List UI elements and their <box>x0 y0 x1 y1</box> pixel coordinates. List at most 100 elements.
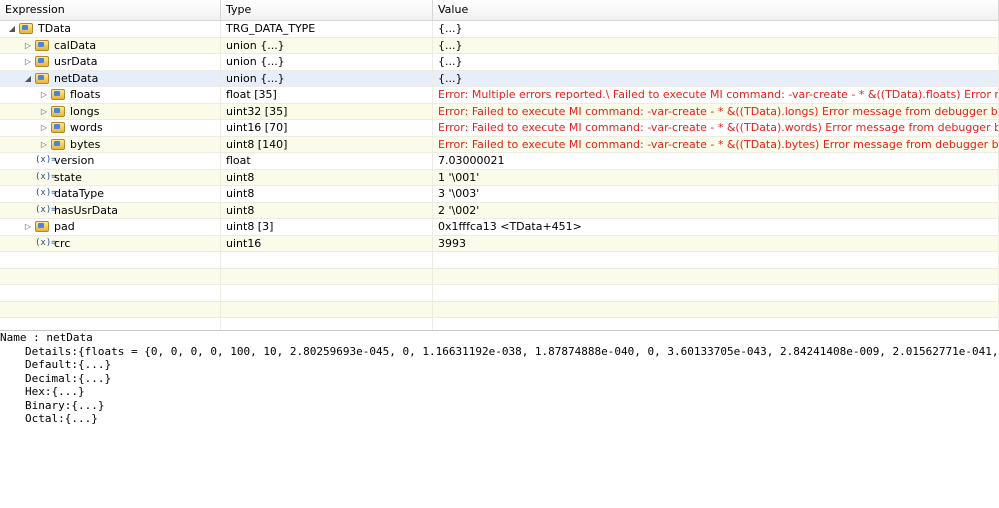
detail-name-line: Name : netData <box>0 331 93 344</box>
expression-cell[interactable]: ▷ usrData <box>0 54 221 70</box>
expression-name: state <box>54 170 82 184</box>
expression-cell[interactable]: (x)= state <box>0 169 221 185</box>
expression-cell[interactable]: (x)= version <box>0 153 221 169</box>
expression-cell[interactable] <box>0 268 221 284</box>
column-header-value[interactable]: Value <box>433 0 999 20</box>
table-row-state[interactable]: (x)= state uint8 1 '\001' <box>0 169 999 186</box>
type-cell: union {...} <box>221 37 433 53</box>
expand-arrow-closed-icon[interactable]: ▷ <box>38 137 50 153</box>
table-row-bytes[interactable]: ▷ bytes uint8 [140] Error: Failed to execut… <box>0 136 999 153</box>
expand-arrow-closed-icon[interactable]: ▷ <box>38 120 50 136</box>
error-value-cell[interactable]: Error: Multiple errors reported.\ Failed… <box>433 87 999 103</box>
expression-cell[interactable]: ◢ TData <box>0 21 221 37</box>
expand-arrow-closed-icon[interactable]: ▷ <box>22 54 34 70</box>
table-row-words[interactable]: ▷ words uint16 [70] Error: Failed to execut… <box>0 120 999 137</box>
expression-name: netData <box>54 71 99 85</box>
variable-icon: (x)= <box>35 155 57 165</box>
value-cell[interactable]: 1 '\001' <box>433 169 999 185</box>
table-row[interactable] <box>0 301 999 318</box>
expression-cell[interactable] <box>0 285 221 301</box>
expression-cell[interactable]: ▷ longs <box>0 103 221 120</box>
struct-icon <box>51 89 65 100</box>
value-cell[interactable]: {...} <box>433 54 999 70</box>
table-row[interactable] <box>0 252 999 269</box>
value-cell[interactable]: 0x1fffca13 <TData+451> <box>433 219 999 235</box>
detail-pane[interactable]: Name : netData Details:{floats = {0, 0, … <box>0 330 999 508</box>
table-header: Expression Type Value <box>0 0 999 21</box>
expression-cell[interactable]: ▷ calData <box>0 37 221 54</box>
value-cell[interactable] <box>433 252 999 268</box>
expression-cell[interactable]: (x)= hasUsrData <box>0 202 221 218</box>
table-row[interactable] <box>0 268 999 285</box>
expression-cell[interactable]: ▷ floats <box>0 87 221 103</box>
table-row[interactable] <box>0 285 999 302</box>
table-row[interactable] <box>0 318 999 330</box>
expression-name: dataType <box>54 187 105 200</box>
type-cell: uint8 [140] <box>221 136 433 152</box>
expand-arrow-closed-icon[interactable]: ▷ <box>38 104 50 120</box>
expression-cell[interactable] <box>0 318 221 330</box>
error-value-cell[interactable]: Error: Failed to execute MI command: -va… <box>433 103 999 119</box>
table-row-hasUsrData[interactable]: (x)= hasUsrData uint8 2 '\002' <box>0 202 999 219</box>
table-row-netData[interactable]: ◢ netData union {...} {...} <box>0 70 999 87</box>
expression-name: words <box>70 121 103 134</box>
expression-cell[interactable] <box>0 252 221 268</box>
table-row-pad[interactable]: ▷ pad uint8 [3] 0x1fffca13 <TData+451> <box>0 219 999 236</box>
variable-icon: (x)= <box>35 171 57 182</box>
expand-arrow-open-icon[interactable]: ◢ <box>6 21 18 37</box>
expand-arrow-closed-icon[interactable]: ▷ <box>22 219 34 235</box>
expression-cell[interactable]: (x)= dataType <box>0 186 221 202</box>
expression-name: hasUsrData <box>54 203 119 217</box>
type-cell: uint32 [35] <box>221 103 433 119</box>
column-header-type[interactable]: Type <box>221 0 433 20</box>
table-row-calData[interactable]: ▷ calData union {...} {...} <box>0 37 999 54</box>
expand-arrow-open-icon[interactable]: ◢ <box>22 71 34 87</box>
expression-name: pad <box>54 220 75 233</box>
value-cell[interactable] <box>433 301 999 317</box>
value-cell[interactable]: 2 '\002' <box>433 202 999 218</box>
detail-line: Octal:{...} <box>25 412 98 425</box>
type-cell <box>221 252 433 268</box>
value-cell[interactable]: {...} <box>433 21 999 37</box>
value-cell[interactable]: {...} <box>433 70 999 86</box>
expression-cell[interactable]: ▷ words <box>0 120 221 136</box>
expression-name: longs <box>70 104 100 118</box>
table-row-usrData[interactable]: ▷ usrData union {...} {...} <box>0 54 999 71</box>
value-cell[interactable] <box>433 268 999 284</box>
expand-arrow-closed-icon[interactable]: ▷ <box>38 87 50 103</box>
struct-icon <box>51 122 65 133</box>
expression-name: version <box>54 154 95 167</box>
type-cell <box>221 318 433 330</box>
type-cell: uint8 [3] <box>221 219 433 235</box>
expression-cell[interactable]: ▷ pad <box>0 219 221 235</box>
struct-icon <box>51 138 65 150</box>
detail-line: Hex:{...} <box>25 385 85 398</box>
type-cell <box>221 301 433 317</box>
expand-arrow-closed-icon[interactable]: ▷ <box>22 38 34 54</box>
expression-cell[interactable]: (x)= crc <box>0 235 221 251</box>
type-cell: union {...} <box>221 70 433 86</box>
type-cell: uint8 <box>221 202 433 218</box>
table-row-version[interactable]: (x)= version float 7.03000021 <box>0 153 999 170</box>
table-row-TData[interactable]: ◢ TData TRG_DATA_TYPE {...} <box>0 21 999 38</box>
struct-icon <box>35 221 49 232</box>
error-value-cell[interactable]: Error: Failed to execute MI command: -va… <box>433 136 999 152</box>
value-cell[interactable]: 3993 <box>433 235 999 251</box>
error-value-cell[interactable]: Error: Failed to execute MI command: -va… <box>433 120 999 136</box>
table-row-longs[interactable]: ▷ longs uint32 [35] Error: Failed to execut… <box>0 103 999 120</box>
expression-cell[interactable] <box>0 301 221 317</box>
value-cell[interactable]: {...} <box>433 37 999 53</box>
expression-name: floats <box>70 88 101 101</box>
value-cell[interactable]: 7.03000021 <box>433 153 999 169</box>
column-header-expression[interactable]: Expression <box>0 0 221 20</box>
table-row-crc[interactable]: (x)= crc uint16 3993 <box>0 235 999 252</box>
value-cell[interactable] <box>433 318 999 330</box>
detail-line: Decimal:{...} <box>25 371 112 385</box>
table-row-dataType[interactable]: (x)= dataType uint8 3 '\003' <box>0 186 999 203</box>
value-cell[interactable] <box>433 285 999 301</box>
expression-cell[interactable]: ▷ bytes <box>0 136 221 153</box>
table-row-floats[interactable]: ▷ floats float [35] Error: Multiple errors … <box>0 87 999 104</box>
struct-icon <box>35 72 49 84</box>
value-cell[interactable]: 3 '\003' <box>433 186 999 202</box>
expression-cell[interactable]: ◢ netData <box>0 70 221 87</box>
